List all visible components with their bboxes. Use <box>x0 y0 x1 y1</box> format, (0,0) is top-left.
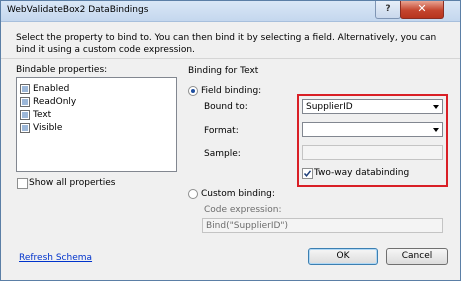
property-icon <box>20 97 30 107</box>
binding-group-label: Binding for Text <box>188 66 259 76</box>
databindings-dialog: WebValidateBox2 DataBindings ? ✕ Select … <box>0 0 461 281</box>
close-button[interactable]: ✕ <box>400 1 444 19</box>
header-divider <box>1 58 460 59</box>
property-icon <box>20 123 30 133</box>
bound-to-label: Bound to: <box>204 102 248 112</box>
ok-button[interactable]: OK <box>308 248 378 265</box>
list-item-label: Text <box>33 110 52 120</box>
list-item[interactable]: Enabled <box>20 83 69 95</box>
custom-binding-label: Custom binding: <box>201 189 275 199</box>
field-binding-radio[interactable] <box>188 86 198 96</box>
code-expression-field: Bind("SupplierID") <box>202 218 443 233</box>
bindable-properties-label: Bindable properties: <box>16 65 108 75</box>
list-item-label: Enabled <box>33 84 70 94</box>
list-item[interactable]: Text <box>20 109 51 121</box>
sample-label: Sample: <box>204 149 241 159</box>
list-item-label: ReadOnly <box>33 97 77 107</box>
refresh-schema-link[interactable]: Refresh Schema <box>19 253 92 263</box>
dialog-description: Select the property to bind to. You can … <box>16 33 437 55</box>
show-all-properties-checkbox[interactable] <box>17 178 28 189</box>
property-icon <box>20 110 30 120</box>
list-item[interactable]: Visible <box>20 122 62 134</box>
code-expression-value: Bind("SupplierID") <box>206 221 289 231</box>
field-binding-label: Field binding: <box>201 86 262 96</box>
format-label: Format: <box>204 126 239 136</box>
cancel-button[interactable]: Cancel <box>386 248 448 265</box>
window-title: WebValidateBox2 DataBindings <box>7 5 149 15</box>
highlight-box <box>297 94 448 187</box>
code-expression-label: Code expression: <box>204 205 282 215</box>
list-item[interactable]: ReadOnly <box>20 96 76 108</box>
property-icon <box>20 84 30 94</box>
title-bar: WebValidateBox2 DataBindings ? ✕ <box>1 1 460 22</box>
custom-binding-radio[interactable] <box>188 189 198 199</box>
bindable-properties-list[interactable]: Enabled ReadOnly Text Visible <box>16 77 177 172</box>
list-item-label: Visible <box>33 123 63 133</box>
help-button[interactable]: ? <box>375 1 401 19</box>
show-all-properties-label: Show all properties <box>29 178 116 188</box>
